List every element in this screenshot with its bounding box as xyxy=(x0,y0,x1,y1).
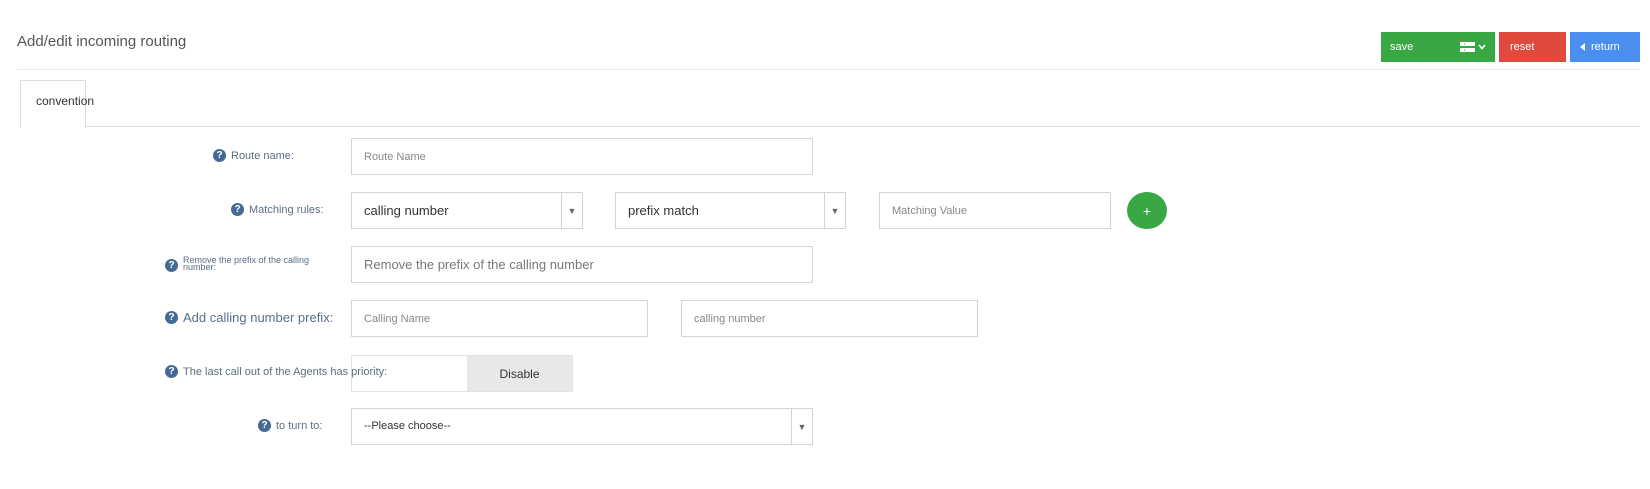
add-rule-button[interactable]: + xyxy=(1127,192,1167,229)
question-circle-icon[interactable]: ? xyxy=(165,259,178,272)
save-options-dropdown[interactable] xyxy=(1460,41,1486,53)
reset-button[interactable]: reset xyxy=(1499,32,1566,62)
list-icon xyxy=(1460,41,1475,52)
chevron-down-icon xyxy=(1478,44,1486,50)
return-button[interactable]: return xyxy=(1570,32,1640,62)
remove-prefix-label-text: Remove the prefix of the calling number: xyxy=(183,255,310,272)
tab-bar: convention xyxy=(20,80,1640,128)
save-button[interactable]: save xyxy=(1381,32,1495,62)
toolbar: save reset return xyxy=(1381,32,1640,62)
route-name-label-text: Route name: xyxy=(231,149,294,162)
route-name-label: ? Route name: xyxy=(213,149,294,162)
matching-rules-label-text: Matching rules: xyxy=(249,203,324,216)
triangle-down-icon: ▼ xyxy=(561,193,582,228)
question-circle-icon[interactable]: ? xyxy=(258,419,271,432)
remove-prefix-label: ? Remove the prefix of the calling numbe… xyxy=(165,255,339,272)
match-type-select[interactable]: prefix match ▼ xyxy=(615,192,846,229)
turn-to-select[interactable]: --Please choose-- ▼ xyxy=(351,408,813,445)
page-title: Add/edit incoming routing xyxy=(17,33,187,50)
remove-prefix-placeholder: Remove the prefix of the calling number xyxy=(364,257,594,272)
plus-icon: + xyxy=(1142,202,1152,219)
question-circle-icon[interactable]: ? xyxy=(165,365,178,378)
toggle-value: Disable xyxy=(499,366,540,381)
question-circle-icon[interactable]: ? xyxy=(231,203,244,216)
matching-field-value: calling number xyxy=(364,203,449,218)
matching-value-placeholder: Matching Value xyxy=(892,204,968,217)
turn-to-label: ? to turn to: xyxy=(258,419,322,432)
triangle-down-icon: ▼ xyxy=(824,193,845,228)
matching-value-input[interactable]: Matching Value xyxy=(879,192,1111,229)
matching-field-select[interactable]: calling number ▼ xyxy=(351,192,583,229)
calling-name-placeholder: Calling Name xyxy=(364,312,431,325)
turn-to-value: --Please choose-- xyxy=(364,420,451,432)
question-circle-icon[interactable]: ? xyxy=(213,149,226,162)
remove-prefix-input[interactable]: Remove the prefix of the calling number xyxy=(351,246,813,283)
add-prefix-label: ? Add calling number prefix: xyxy=(165,310,333,325)
tab-convention[interactable]: convention xyxy=(20,80,94,128)
calling-number-input[interactable]: calling number xyxy=(681,300,978,337)
turn-to-label-text: to turn to: xyxy=(276,419,323,432)
matching-rules-label: ? Matching rules: xyxy=(231,203,324,216)
calling-number-placeholder: calling number xyxy=(694,312,766,325)
triangle-down-icon: ▼ xyxy=(791,409,812,444)
agent-priority-label-text: The last call out of the Agents has prio… xyxy=(183,365,388,378)
tab-convention-label: convention xyxy=(36,94,95,108)
calling-name-input[interactable]: Calling Name xyxy=(351,300,648,337)
add-prefix-label-text: Add calling number prefix: xyxy=(183,310,334,325)
agent-priority-label: ? The last call out of the Agents has pr… xyxy=(165,365,387,378)
return-button-label: return xyxy=(1591,41,1620,53)
route-name-input[interactable]: Route Name xyxy=(351,138,813,175)
caret-left-icon xyxy=(1580,43,1585,51)
route-name-placeholder: Route Name xyxy=(364,150,426,163)
match-type-value: prefix match xyxy=(628,203,699,218)
save-button-label: save xyxy=(1390,41,1414,53)
question-circle-icon[interactable]: ? xyxy=(165,311,178,324)
toggle-knob: Disable xyxy=(467,356,572,391)
reset-button-label: reset xyxy=(1510,41,1535,53)
header-divider xyxy=(17,69,1640,70)
